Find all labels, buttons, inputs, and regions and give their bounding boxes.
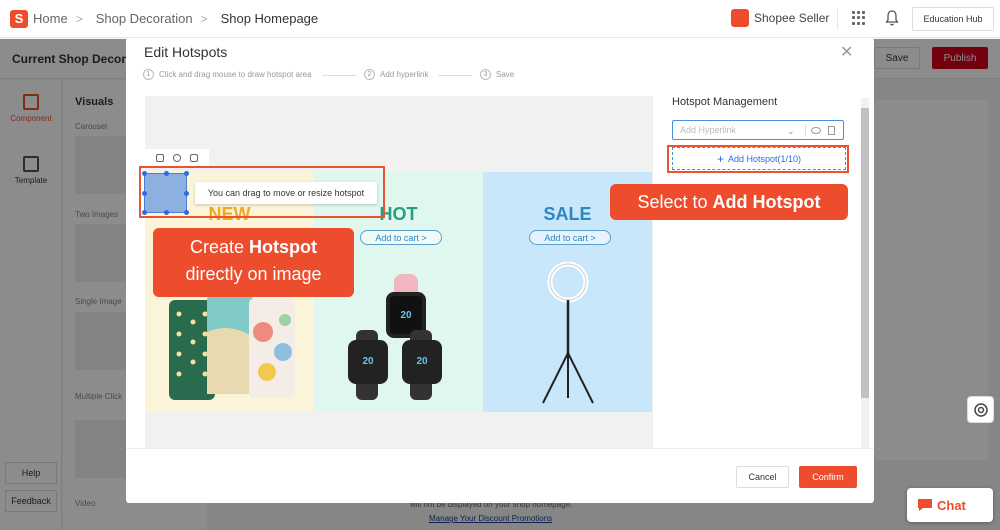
scrollbar-thumb[interactable] (861, 108, 869, 398)
step-number: 2 (364, 69, 375, 80)
breadcrumb-shop-decoration[interactable]: Shop Decoration (96, 11, 193, 26)
callout-create-hotspot: Create Hotspot directly on image (153, 228, 354, 297)
breadcrumb-separator-icon: > (75, 11, 83, 26)
svg-text:20: 20 (416, 356, 428, 367)
step-label: Save (496, 70, 515, 79)
callout-bold: Hotspot (249, 237, 317, 257)
smartwatches-image: 20 20 20 (348, 274, 442, 400)
chat-icon (918, 499, 932, 511)
divider (126, 448, 874, 449)
modal-title: Edit Hotspots (144, 44, 228, 60)
svg-text:20: 20 (400, 310, 412, 321)
hyperlink-placeholder: Add Hyperlink (680, 125, 737, 135)
step-3: 3 Save (480, 69, 514, 80)
chevron-down-icon: ⌄ (787, 126, 795, 136)
step-number: 1 (143, 69, 154, 80)
support-icon[interactable] (967, 396, 994, 423)
step-2: 2 Add hyperlink (364, 69, 428, 80)
trash-icon[interactable] (190, 153, 199, 162)
phone-cases-image (169, 294, 295, 400)
trash-icon[interactable] (828, 126, 835, 135)
add-to-cart-label: Add to cart > (529, 230, 611, 245)
chat-label: Chat (937, 497, 966, 513)
hotspot-management-title: Hotspot Management (672, 96, 778, 108)
edit-hotspots-modal: Edit Hotspots ✕ 1 Click and drag mouse t… (126, 38, 874, 503)
add-to-cart-label: Add to cart > (360, 230, 442, 245)
divider (837, 8, 838, 30)
close-icon[interactable]: ✕ (840, 42, 853, 62)
step-label: Click and drag mouse to draw hotspot are… (159, 70, 312, 79)
step-connector (322, 75, 356, 76)
step-1: 1 Click and drag mouse to draw hotspot a… (143, 69, 312, 80)
step-number: 3 (480, 69, 491, 80)
eye-icon[interactable] (811, 127, 821, 134)
highlight-frame (139, 166, 385, 218)
hotspot-toolbar (145, 149, 209, 166)
svg-text:20: 20 (362, 356, 374, 367)
breadcrumb-separator-icon: > (200, 11, 208, 26)
shopee-seller-icon (731, 9, 749, 27)
ring-light-image (542, 261, 594, 404)
step-label: Add hyperlink (380, 70, 429, 79)
breadcrumb-shop-homepage: Shop Homepage (220, 11, 319, 26)
top-bar: S Home > Shop Decoration > Shop Homepage… (0, 0, 1000, 38)
chat-button[interactable]: Chat (907, 488, 993, 522)
eye-icon[interactable] (172, 153, 181, 162)
apps-grid-icon[interactable] (852, 11, 866, 25)
breadcrumb-home[interactable]: Home (33, 11, 68, 26)
callout-text: directly on image (185, 264, 322, 284)
hyperlink-select[interactable]: Add Hyperlink ⌄ (672, 120, 844, 140)
cancel-button[interactable]: Cancel (736, 466, 789, 488)
divider (805, 124, 806, 137)
callout-text: Select to (637, 192, 713, 212)
shopee-logo-icon[interactable]: S (10, 9, 28, 28)
step-connector (438, 75, 472, 76)
confirm-button[interactable]: Confirm (799, 466, 857, 488)
link-icon[interactable] (155, 153, 164, 162)
seller-label: Shopee Seller (754, 11, 830, 25)
callout-add-hotspot: Select to Add Hotspot (610, 184, 848, 220)
education-hub-button[interactable]: Education Hub (912, 7, 994, 31)
callout-bold: Add Hotspot (712, 192, 821, 212)
highlight-frame (667, 145, 849, 173)
callout-text: Create (189, 237, 250, 257)
bell-icon[interactable] (884, 9, 900, 27)
